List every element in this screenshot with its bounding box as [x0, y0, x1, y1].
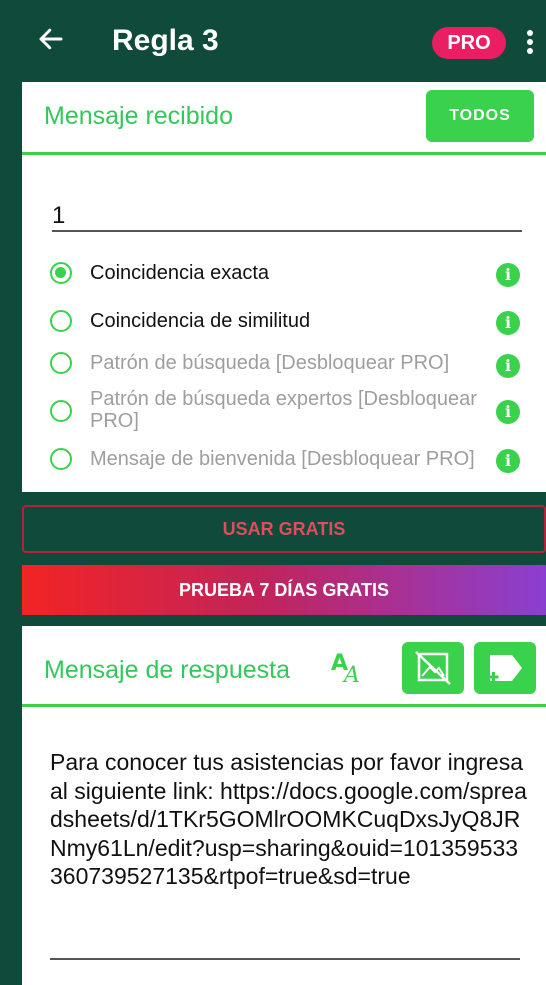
option-label: Coincidencia exacta — [90, 262, 269, 284]
add-label-button[interactable] — [474, 642, 536, 694]
info-icon[interactable]: i — [496, 449, 520, 473]
font-style-icon[interactable]: A A — [330, 648, 366, 688]
received-message-header: Mensaje recibido — [44, 102, 233, 130]
left-edge — [0, 0, 14, 985]
option-label: Patrón de búsqueda [Desbloquear PRO] — [90, 352, 450, 374]
response-message-header: Mensaje de respuesta — [44, 656, 290, 684]
input-underline — [50, 958, 520, 960]
use-free-button[interactable]: USAR GRATIS — [22, 505, 546, 553]
pro-badge[interactable]: PRO — [432, 27, 506, 59]
label-add-icon — [488, 655, 522, 682]
received-message-card: Mensaje recibido TODOS 1 Coincidencia ex… — [22, 82, 546, 492]
page-title: Regla 3 — [112, 24, 219, 57]
header-divider — [22, 704, 546, 707]
svg-text:A: A — [342, 663, 360, 688]
option-label: Patrón de búsqueda expertos [Desbloquear… — [90, 388, 477, 432]
header-divider — [22, 152, 546, 155]
radio-unchecked-icon[interactable] — [50, 352, 72, 374]
response-message-input[interactable]: Para conocer tus asistencias por favor i… — [50, 748, 530, 891]
radio-checked-icon[interactable] — [50, 262, 72, 284]
info-icon[interactable]: i — [496, 400, 520, 424]
more-vert-icon[interactable] — [520, 26, 540, 58]
input-underline — [52, 230, 522, 232]
todos-button[interactable]: TODOS — [426, 90, 534, 142]
image-off-button[interactable] — [402, 642, 464, 694]
info-icon[interactable]: i — [496, 354, 520, 378]
option-label: Coincidencia de similitud — [90, 310, 311, 332]
info-icon[interactable]: i — [496, 263, 520, 287]
trial-button[interactable]: PRUEBA 7 DÍAS GRATIS — [22, 565, 546, 615]
radio-unchecked-icon[interactable] — [50, 448, 72, 470]
image-off-icon — [415, 651, 451, 685]
received-message-input[interactable]: 1 — [52, 202, 65, 230]
app-screen: Regla 3 PRO Mensaje recibido TODOS 1 Coi… — [0, 0, 546, 985]
radio-unchecked-icon[interactable] — [50, 400, 72, 422]
radio-unchecked-icon[interactable] — [50, 310, 72, 332]
arrow-left-icon[interactable] — [36, 24, 66, 54]
response-message-card: Mensaje de respuesta A A Para conocer tu… — [22, 626, 546, 985]
top-app-bar: Regla 3 PRO — [14, 0, 546, 82]
info-icon[interactable]: i — [496, 311, 520, 335]
option-label: Mensaje de bienvenida [Desbloquear PRO] — [90, 448, 475, 470]
